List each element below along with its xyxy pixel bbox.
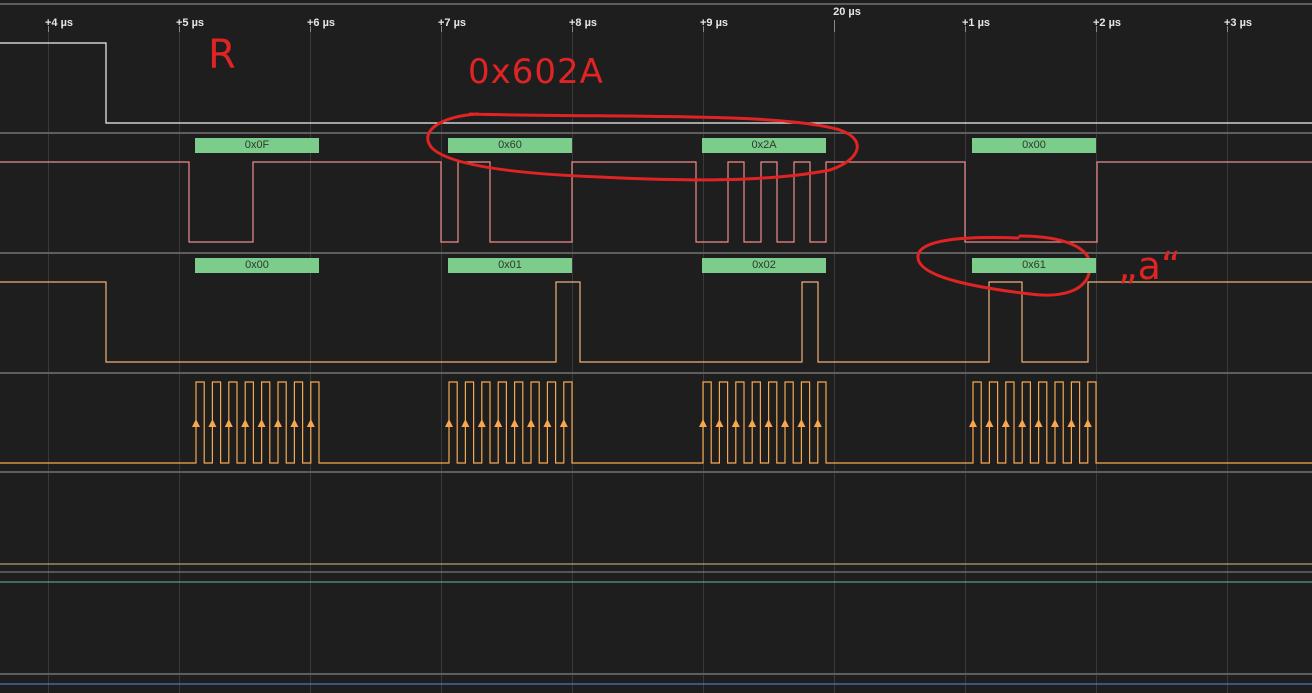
waveform-canvas[interactable] (0, 0, 1312, 693)
rising-edge-arrow-icon (445, 419, 453, 427)
decode-label[interactable]: 0x61 (972, 258, 1096, 273)
channel-2-waveform[interactable] (0, 281, 1312, 363)
decode-label[interactable]: 0x02 (702, 258, 826, 273)
rising-edge-arrow-icon (985, 419, 994, 427)
decode-label[interactable]: 0x2A (702, 138, 826, 153)
decode-label[interactable]: 0x60 (448, 138, 572, 153)
rising-edge-arrow-icon (527, 419, 535, 427)
decode-label[interactable]: 0x01 (448, 258, 572, 273)
rising-edge-arrow-icon (731, 419, 740, 427)
rising-edge-arrow-icon (969, 419, 977, 427)
rising-edge-arrow-icon (715, 419, 724, 427)
rising-edge-arrow-icon (699, 419, 707, 427)
rising-edge-arrow-icon (510, 419, 519, 427)
rising-edge-arrow-icon (781, 419, 789, 427)
rising-edge-arrow-icon (797, 419, 806, 427)
annotation-r-note: R (208, 32, 236, 78)
annotation-char-note: „a“ (1118, 244, 1181, 288)
rising-edge-arrow-icon (192, 419, 200, 427)
decode-label[interactable]: 0x00 (195, 258, 319, 273)
rising-edge-arrow-icon (306, 419, 315, 427)
rising-edge-arrow-icon (1067, 419, 1076, 427)
rising-edge-arrow-icon (290, 419, 299, 427)
logic-analyzer-view: +4 µs +5 µs +6 µs +7 µs +8 µs +9 µs +1 µ… (0, 0, 1312, 693)
rising-edge-arrow-icon (461, 419, 470, 427)
rising-edge-arrow-icon (257, 419, 266, 427)
rising-edge-arrow-icon (1083, 419, 1092, 427)
rising-edge-arrow-icon (764, 419, 773, 427)
rising-edge-arrow-icon (208, 419, 217, 427)
ruler-ticks (48, 20, 1228, 32)
rising-edge-arrow-icon (543, 419, 552, 427)
decode-label[interactable]: 0x0F (195, 138, 319, 153)
rising-edge-arrow-icon (494, 419, 503, 427)
rising-edge-arrow-icon (1001, 419, 1010, 427)
decode-label[interactable]: 0x00 (972, 138, 1096, 153)
rising-edge-arrow-icon (813, 419, 822, 427)
rising-edge-arrow-icon (224, 419, 233, 427)
channel-0-waveform[interactable] (0, 42, 1312, 124)
rising-edge-arrow-icon (1034, 419, 1043, 427)
rising-edge-arrow-icon (241, 419, 250, 427)
rising-edge-arrow-icon (274, 419, 282, 427)
rising-edge-arrow-icon (559, 419, 568, 427)
channel-1-waveform[interactable] (0, 161, 1312, 243)
clock-edge-markers (192, 419, 1092, 427)
annotation-hex-note: 0x602A (468, 52, 604, 92)
rising-edge-arrow-icon (748, 419, 757, 427)
rising-edge-arrow-icon (477, 419, 486, 427)
channel-separators (0, 3, 1312, 675)
rising-edge-arrow-icon (1051, 419, 1059, 427)
rising-edge-arrow-icon (1018, 419, 1027, 427)
